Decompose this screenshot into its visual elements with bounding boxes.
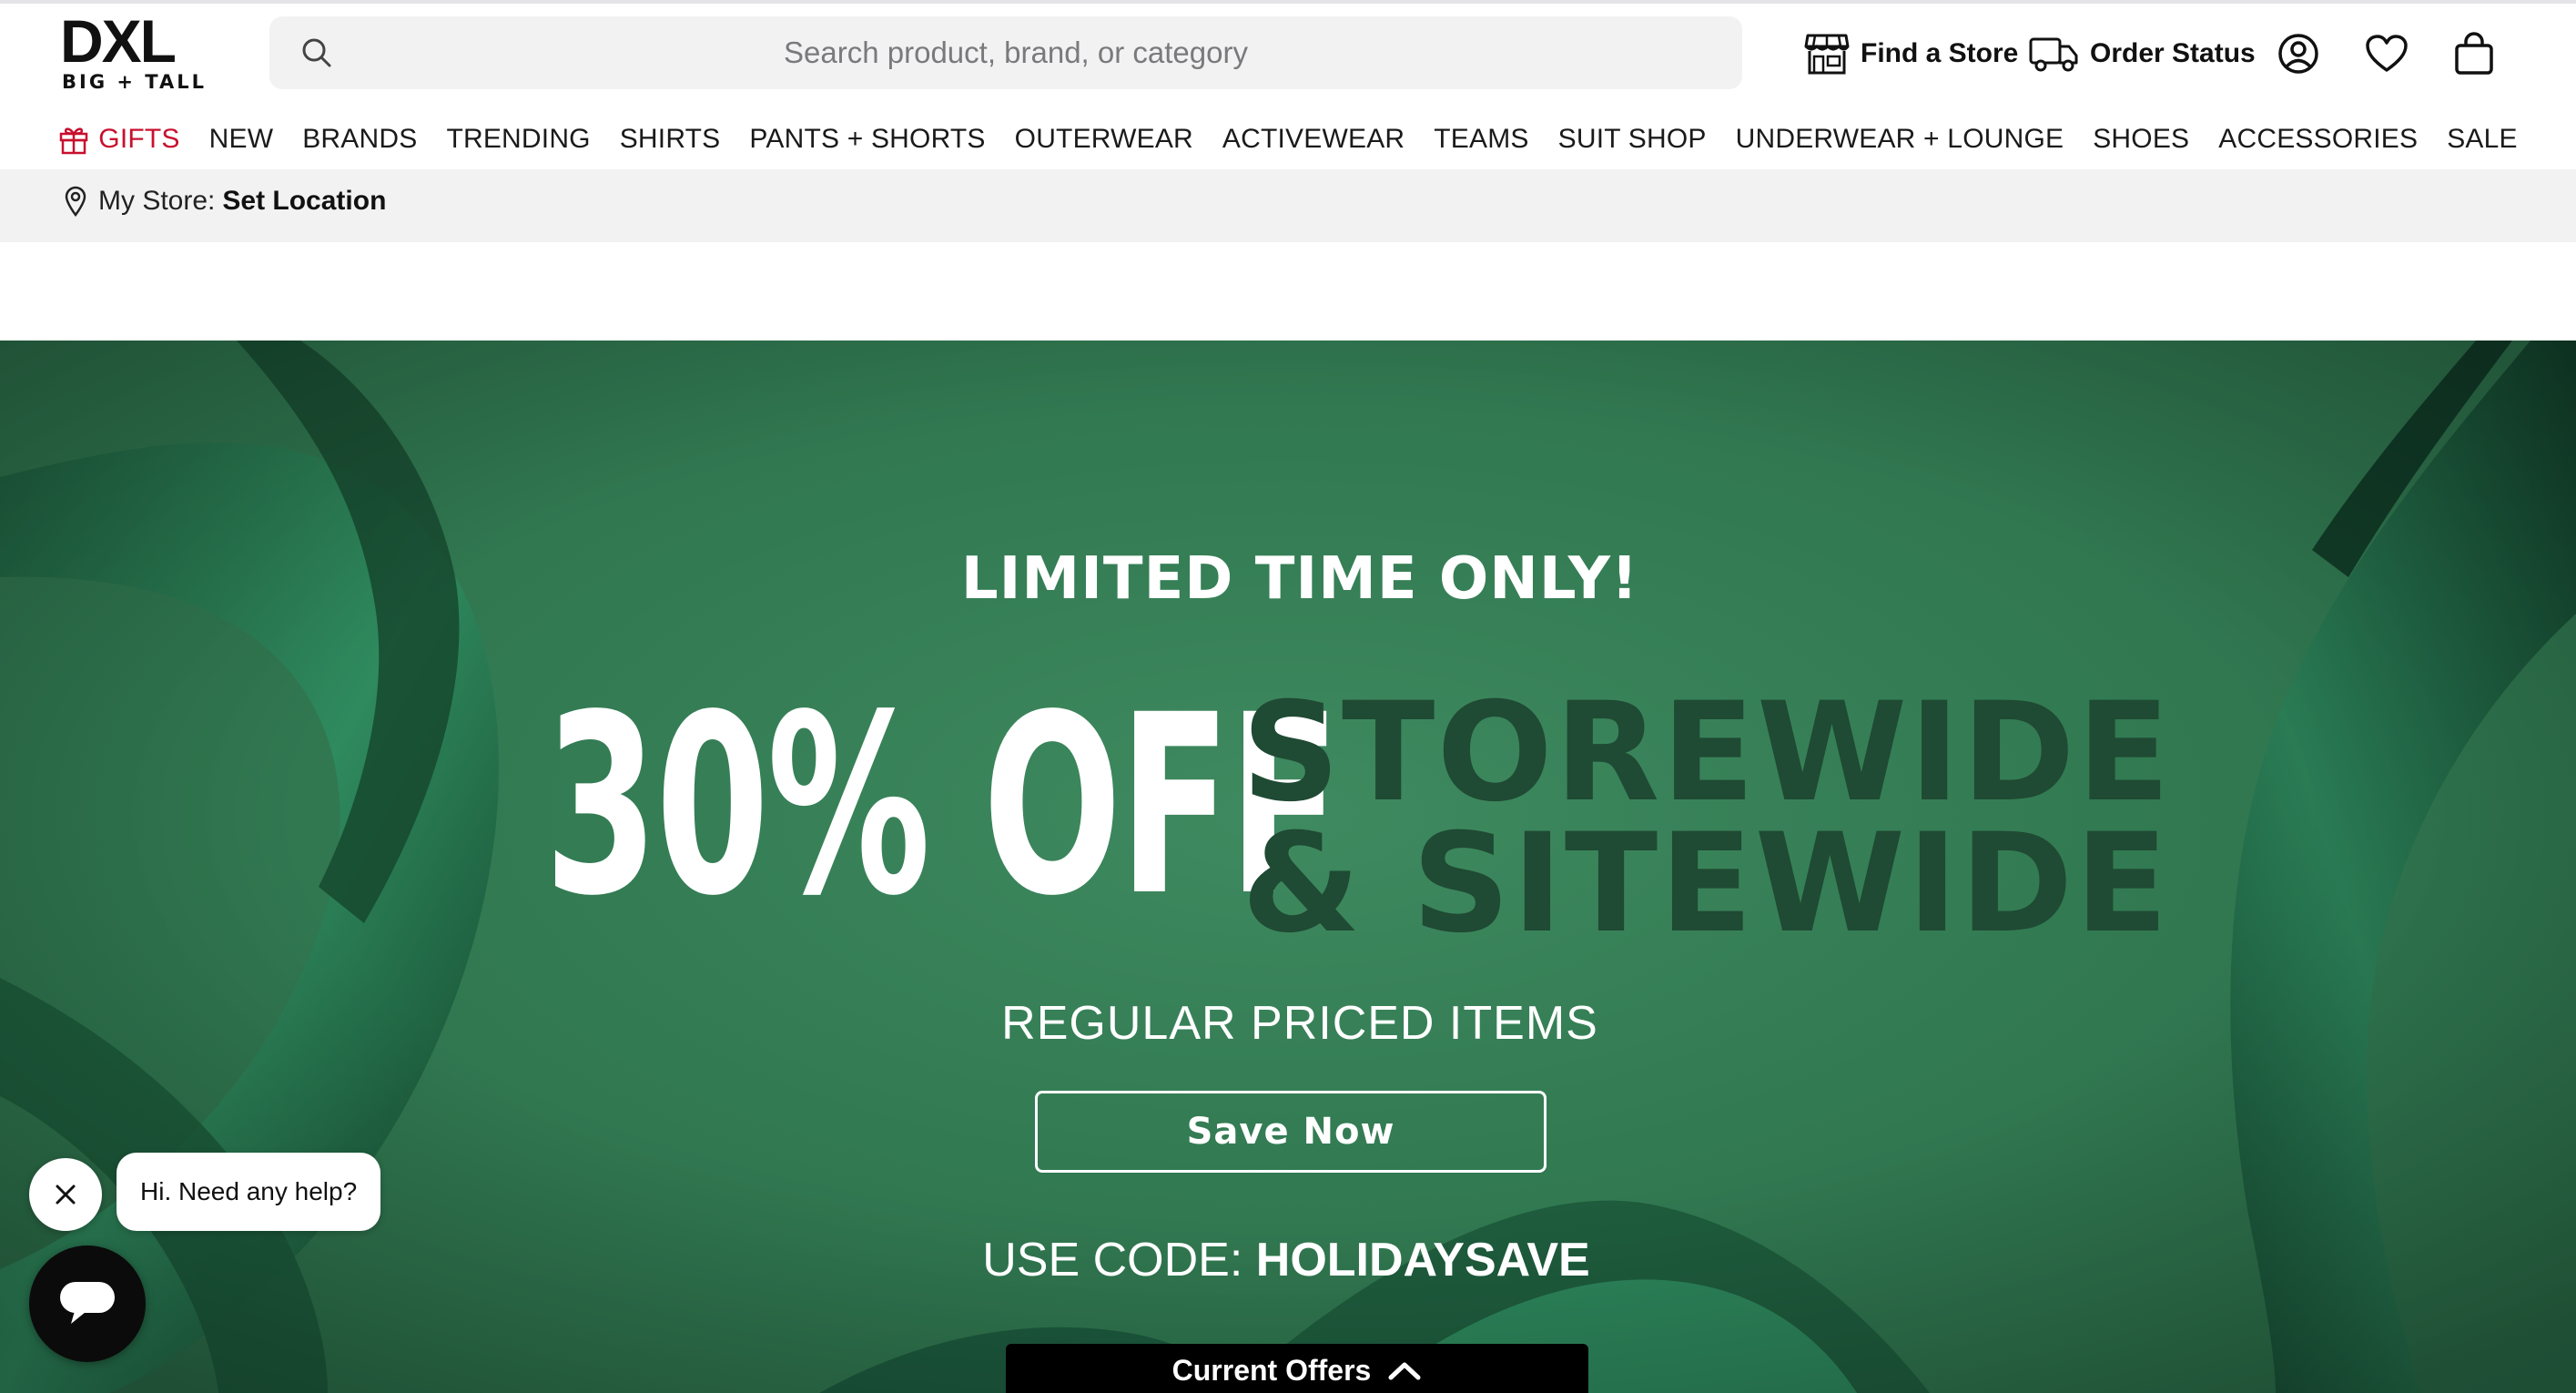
nav-item-pants-shorts[interactable]: PANTS + SHORTS [749,124,985,155]
heart-icon [2366,35,2408,72]
nav-item-teams[interactable]: TEAMS [1434,124,1528,155]
logo-wordmark: DXL [60,7,177,75]
hero-storewide: STOREWIDE [1242,674,2173,832]
nav-item-brands[interactable]: BRANDS [302,124,417,155]
order-status-link[interactable]: Order Status [2028,24,2256,84]
search-icon[interactable] [299,35,335,71]
my-store-label: My Store: [98,186,216,216]
nav-item-activewear[interactable]: ACTIVEWEAR [1222,124,1405,155]
promo-code-label: USE CODE: [982,1234,1243,1286]
my-store-selector[interactable]: My Store: Set Location [64,186,386,217]
nav-item-sale[interactable]: SALE [2447,124,2518,155]
shopping-bag-button[interactable] [2454,24,2494,84]
current-offers-tab[interactable]: Current Offers [1006,1344,1588,1393]
wishlist-button[interactable] [2365,24,2409,84]
find-store-link[interactable]: Find a Store [1804,24,2018,84]
brand-logo[interactable]: DXL BIG + TALL [58,11,204,98]
truck-icon [2029,37,2078,72]
nav-label-gifts: GIFTS [98,124,180,154]
nav-item-trending[interactable]: TRENDING [446,124,590,155]
hero-kicker: LIMITED TIME ONLY! [960,545,1639,613]
search-bar[interactable] [269,16,1742,89]
nav-item-shirts[interactable]: SHIRTS [620,124,721,155]
site-header: DXL BIG + TALL Find a Store Order [0,4,2576,102]
chat-greeting-bubble[interactable]: Hi. Need any help? [117,1153,381,1231]
set-location-link[interactable]: Set Location [222,186,386,217]
close-icon [56,1185,76,1205]
bag-icon [2455,32,2493,75]
nav-item-underwear-lounge[interactable]: UNDERWEAR + LOUNGE [1736,124,2064,155]
promo-code: USE CODE: HOLIDAYSAVE [0,1233,2572,1287]
location-pin-icon [65,186,86,217]
nav-item-new[interactable]: NEW [209,124,274,155]
account-button[interactable] [2277,24,2319,84]
chat-close-button[interactable] [29,1158,102,1231]
main-nav: GIFTS NEW BRANDS TRENDING SHIRTS PANTS +… [0,111,2576,168]
chat-icon [60,1282,115,1324]
save-now-button[interactable]: Save Now [1035,1091,1547,1173]
search-input[interactable] [351,16,1680,89]
chevron-up-icon [1388,1362,1421,1380]
current-offers-label: Current Offers [1171,1353,1372,1387]
find-store-label: Find a Store [1861,38,2019,68]
hero-sitewide: & SITEWIDE [1242,805,2170,963]
hero-banner[interactable]: LIMITED TIME ONLY! 30% OFF STOREWIDE & S… [0,341,2576,1393]
store-icon [1804,34,1850,75]
order-status-label: Order Status [2090,38,2256,68]
nav-item-suit-shop[interactable]: SUIT SHOP [1558,124,1707,155]
promo-code-value: HOLIDAYSAVE [1255,1234,1590,1286]
logo-tagline: BIG + TALL [62,71,207,93]
account-icon [2278,34,2318,74]
nav-item-gifts[interactable]: GIFTS [58,124,179,155]
chat-launcher-button[interactable] [29,1246,146,1362]
hero-discount-headline: 30% OFF [544,663,1340,951]
my-store-bar: My Store: Set Location [0,169,2576,242]
gift-icon [60,127,88,155]
nav-item-accessories[interactable]: ACCESSORIES [2218,124,2418,155]
nav-item-shoes[interactable]: SHOES [2093,124,2189,155]
hero-subheading: REGULAR PRICED ITEMS [1001,997,1598,1050]
nav-item-outerwear[interactable]: OUTERWEAR [1015,124,1193,155]
